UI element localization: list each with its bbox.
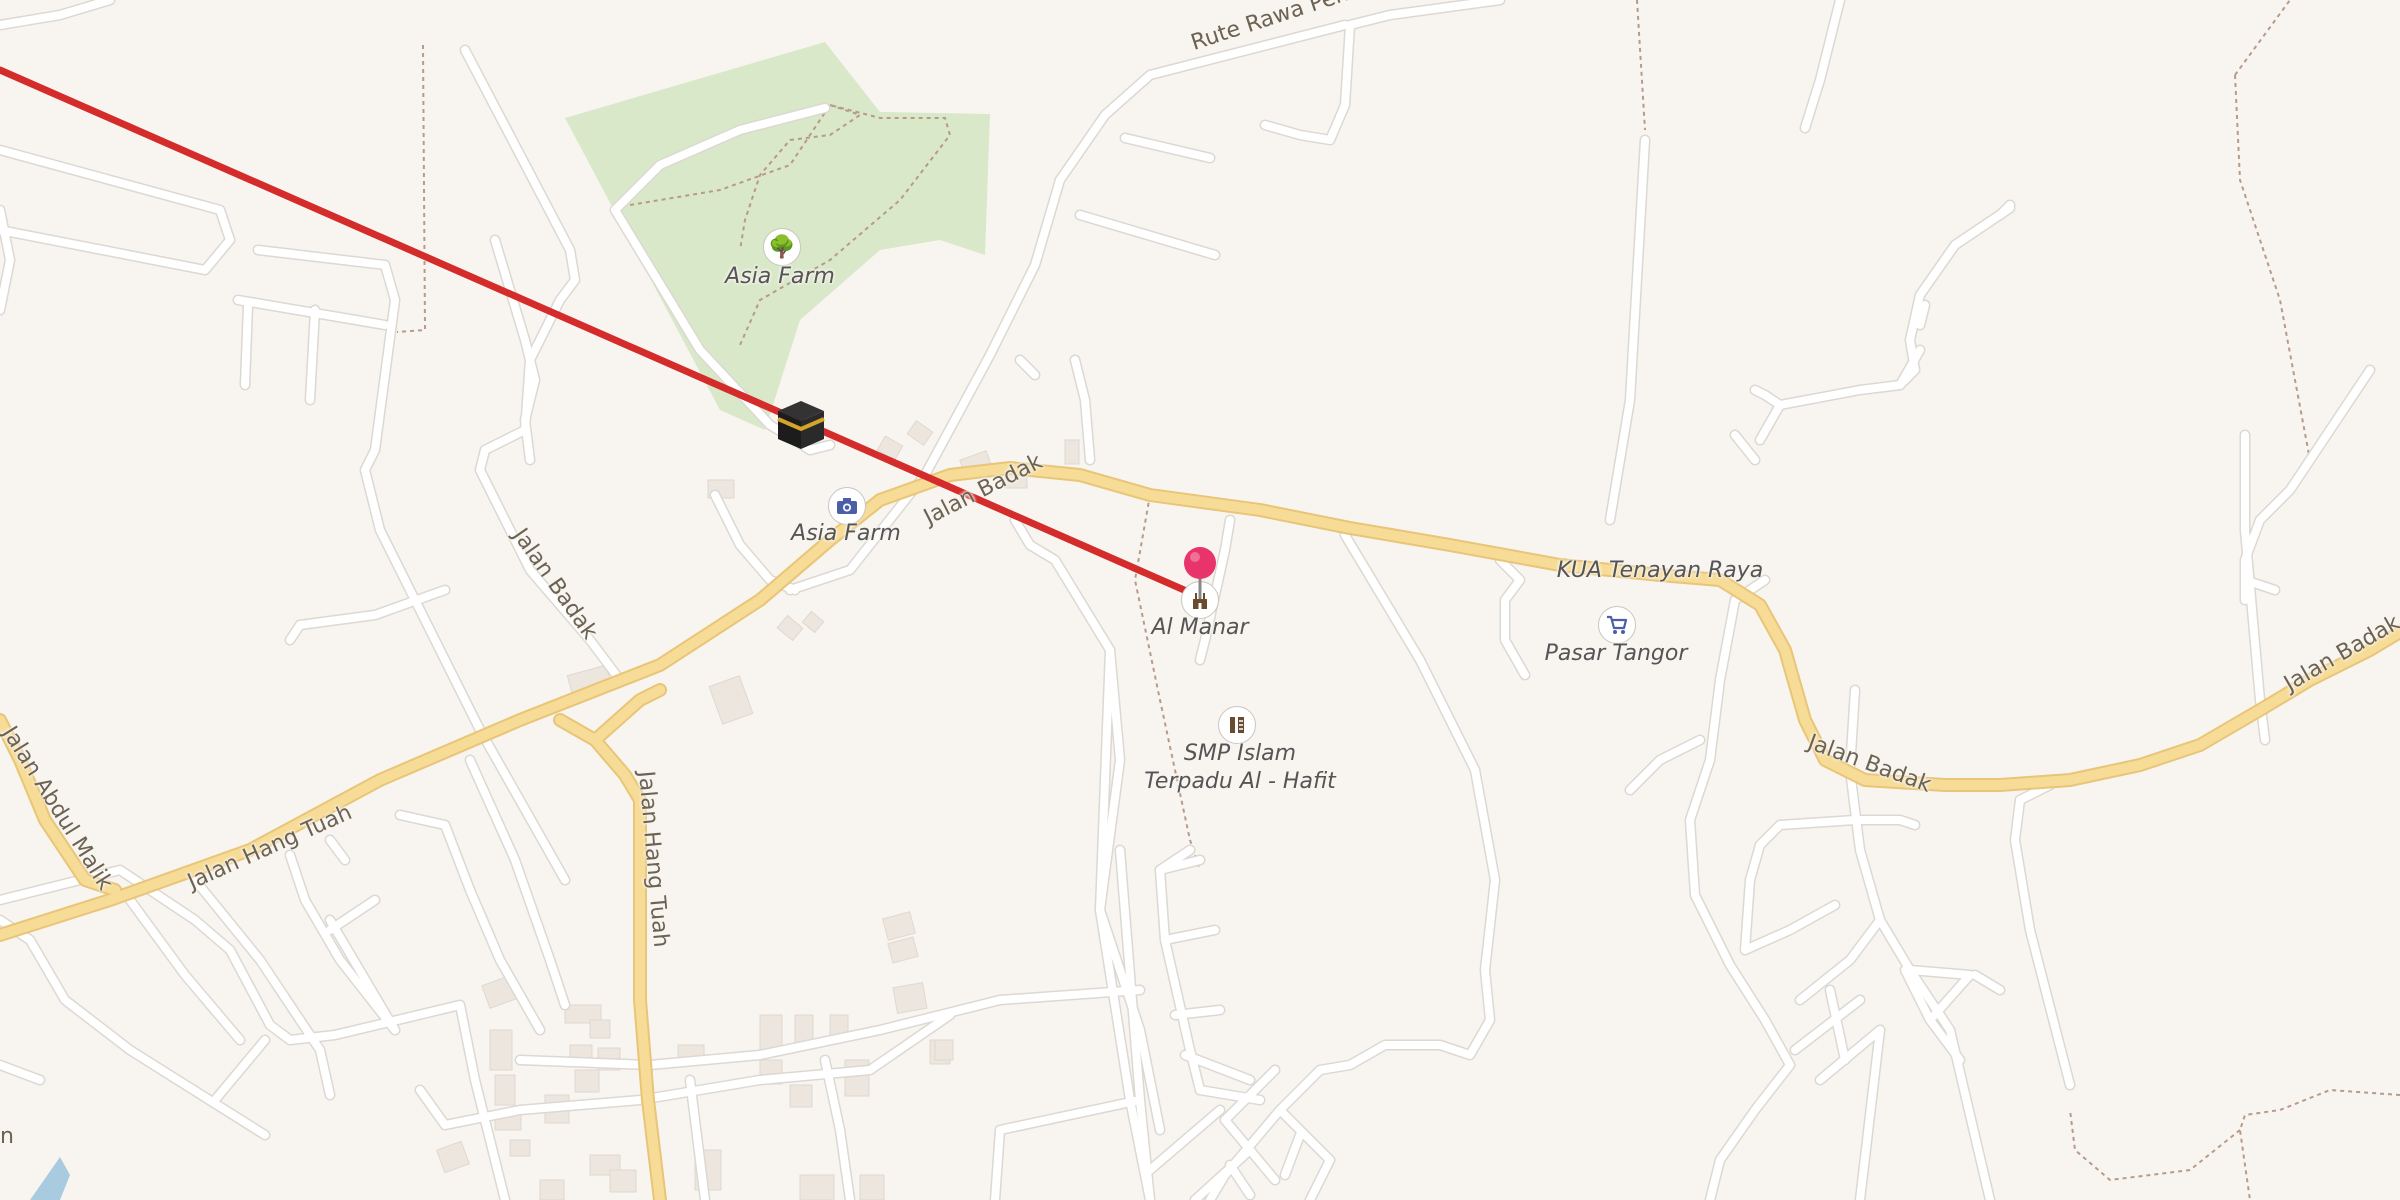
poi-label-asia-farm-park[interactable]: Asia Farm [725,264,835,289]
tree-icon[interactable]: 🌳 [763,228,801,266]
map-pin-icon[interactable] [1182,545,1218,601]
water-area [30,1157,70,1200]
poi-label-al-manar[interactable]: Al Manar [1140,615,1260,640]
poi-label-smp-islam-line1[interactable]: SMP Islam [1120,741,1360,766]
poi-label-asia-farm-viewpoint[interactable]: Asia Farm [791,521,901,546]
school-icon[interactable] [1218,706,1256,744]
poi-label-smp-islam-line2[interactable]: Terpadu Al - Hafit [1120,769,1360,794]
map-viewport[interactable]: 🌳 Asia Farm Asia Farm Al Manar SMP Islam… [0,0,2400,1200]
poi-label-kua-tenayan-raya[interactable]: KUA Tenayan Raya [1540,558,1780,583]
kaaba-icon[interactable] [772,395,830,453]
camera-icon[interactable] [828,487,866,525]
road-label-edge-fragment: n [0,1124,14,1149]
poi-label-pasar-tangor[interactable]: Pasar Tangor [1526,641,1706,666]
shopping-cart-icon[interactable] [1598,606,1636,644]
